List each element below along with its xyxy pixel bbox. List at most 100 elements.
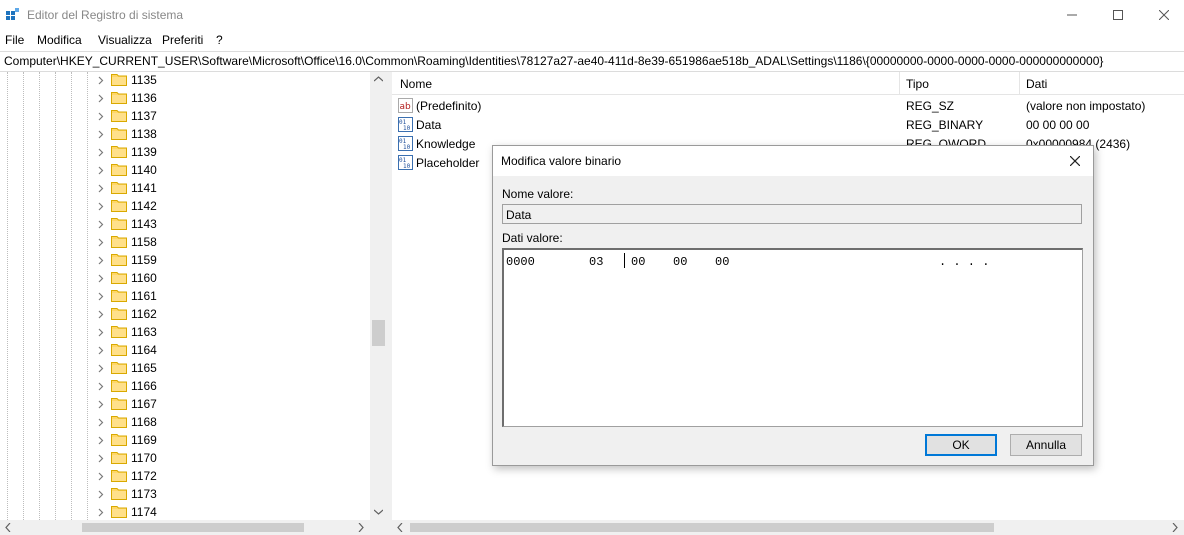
- chevron-right-icon[interactable]: [96, 307, 106, 321]
- tree-node-label[interactable]: 1137: [131, 109, 157, 123]
- tree-horizontal-scroll-thumb[interactable]: [82, 523, 304, 532]
- tree-node-label[interactable]: 1168: [131, 415, 157, 429]
- tree-node[interactable]: 1143: [0, 215, 370, 233]
- chevron-right-icon[interactable]: [96, 145, 106, 159]
- chevron-right-icon[interactable]: [96, 469, 106, 483]
- tree-node-label[interactable]: 1140: [131, 163, 157, 177]
- chevron-right-icon[interactable]: [96, 451, 106, 465]
- value-row[interactable]: ab (Predefinito) REG_SZ (valore non imposta…: [392, 96, 1184, 115]
- tree-node-label[interactable]: 1169: [131, 433, 157, 447]
- tree-node[interactable]: 1168: [0, 413, 370, 431]
- chevron-right-icon[interactable]: [96, 109, 106, 123]
- menu-visualizza[interactable]: Visualizza: [98, 33, 152, 47]
- tree-node-label[interactable]: 1170: [131, 451, 157, 465]
- chevron-right-icon[interactable]: [96, 73, 106, 87]
- tree-node[interactable]: 1139: [0, 143, 370, 161]
- chevron-right-icon[interactable]: [96, 253, 106, 267]
- chevron-right-icon[interactable]: [96, 379, 106, 393]
- value-row[interactable]: 01 10 Data REG_BINARY 00 00 00 00: [392, 115, 1184, 134]
- close-button[interactable]: [1141, 0, 1184, 30]
- tree-node[interactable]: 1166: [0, 377, 370, 395]
- tree-node-label[interactable]: 1136: [131, 91, 157, 105]
- column-header-type[interactable]: Tipo: [906, 77, 929, 91]
- address-path[interactable]: Computer\HKEY_CURRENT_USER\Software\Micr…: [4, 54, 1103, 68]
- tree-node-label[interactable]: 1138: [131, 127, 157, 141]
- scroll-up-icon[interactable]: [374, 76, 383, 82]
- tree-node[interactable]: 1142: [0, 197, 370, 215]
- chevron-right-icon[interactable]: [96, 415, 106, 429]
- tree-node-label[interactable]: 1172: [131, 469, 157, 483]
- scroll-right-icon[interactable]: [1172, 523, 1178, 532]
- tree-node[interactable]: 1158: [0, 233, 370, 251]
- column-separator[interactable]: [1019, 72, 1020, 94]
- hex-editor[interactable]: 0000 03 00 00 00 . . . .: [502, 248, 1083, 427]
- tree-node[interactable]: 1174: [0, 503, 370, 521]
- scroll-down-icon[interactable]: [374, 509, 383, 515]
- chevron-right-icon[interactable]: [96, 271, 106, 285]
- tree-node-label[interactable]: 1162: [131, 307, 157, 321]
- tree-node[interactable]: 1159: [0, 251, 370, 269]
- list-horizontal-scrollbar[interactable]: [392, 520, 1184, 535]
- chevron-right-icon[interactable]: [96, 343, 106, 357]
- hex-byte[interactable]: 00: [673, 255, 687, 269]
- tree-node-label[interactable]: 1167: [131, 397, 157, 411]
- chevron-right-icon[interactable]: [96, 127, 106, 141]
- chevron-right-icon[interactable]: [96, 289, 106, 303]
- cancel-button[interactable]: Annulla: [1010, 434, 1082, 456]
- tree-node[interactable]: 1138: [0, 125, 370, 143]
- hex-byte[interactable]: 00: [715, 255, 729, 269]
- tree-node-label[interactable]: 1163: [131, 325, 157, 339]
- tree-node-label[interactable]: 1143: [131, 217, 157, 231]
- tree-node[interactable]: 1163: [0, 323, 370, 341]
- chevron-right-icon[interactable]: [96, 397, 106, 411]
- chevron-right-icon[interactable]: [96, 361, 106, 375]
- scroll-right-icon[interactable]: [358, 523, 364, 532]
- list-horizontal-scroll-thumb[interactable]: [410, 523, 994, 532]
- tree-node[interactable]: 1164: [0, 341, 370, 359]
- tree-node-label[interactable]: 1161: [131, 289, 157, 303]
- chevron-right-icon[interactable]: [96, 91, 106, 105]
- ok-button[interactable]: OK: [925, 434, 997, 456]
- tree-node[interactable]: 1167: [0, 395, 370, 413]
- chevron-right-icon[interactable]: [96, 235, 106, 249]
- hex-byte[interactable]: 00: [631, 255, 645, 269]
- scroll-left-icon[interactable]: [5, 523, 11, 532]
- tree-node[interactable]: 1140: [0, 161, 370, 179]
- tree-horizontal-scrollbar[interactable]: [0, 520, 387, 535]
- tree-node-label[interactable]: 1164: [131, 343, 157, 357]
- tree-node[interactable]: 1137: [0, 107, 370, 125]
- tree-vertical-scrollbar[interactable]: [370, 72, 387, 520]
- tree-node-label[interactable]: 1160: [131, 271, 157, 285]
- chevron-right-icon[interactable]: [96, 217, 106, 231]
- column-header-data[interactable]: Dati: [1026, 77, 1047, 91]
- tree-node[interactable]: 1136: [0, 89, 370, 107]
- tree-node-label[interactable]: 1174: [131, 505, 157, 519]
- tree-vertical-scroll-thumb[interactable]: [372, 320, 385, 346]
- tree-node-label[interactable]: 1135: [131, 73, 157, 87]
- chevron-right-icon[interactable]: [96, 163, 106, 177]
- menu-preferiti[interactable]: Preferiti: [162, 33, 203, 47]
- tree-node[interactable]: 1141: [0, 179, 370, 197]
- address-bar[interactable]: Computer\HKEY_CURRENT_USER\Software\Micr…: [0, 51, 1184, 72]
- scroll-left-icon[interactable]: [397, 523, 403, 532]
- minimize-button[interactable]: [1049, 0, 1095, 30]
- tree-node[interactable]: 1172: [0, 467, 370, 485]
- tree-node[interactable]: 1160: [0, 269, 370, 287]
- tree-node-label[interactable]: 1165: [131, 361, 157, 375]
- tree-node-label[interactable]: 1166: [131, 379, 157, 393]
- menu-file[interactable]: File: [5, 33, 24, 47]
- tree-node-label[interactable]: 1139: [131, 145, 157, 159]
- tree-node[interactable]: 1161: [0, 287, 370, 305]
- menu-help[interactable]: ?: [216, 33, 223, 47]
- tree-node[interactable]: 1162: [0, 305, 370, 323]
- tree-node-label[interactable]: 1141: [131, 181, 157, 195]
- tree-node[interactable]: 1165: [0, 359, 370, 377]
- chevron-right-icon[interactable]: [96, 325, 106, 339]
- column-header-name[interactable]: Nome: [400, 77, 432, 91]
- tree-node-label[interactable]: 1142: [131, 199, 157, 213]
- chevron-right-icon[interactable]: [96, 199, 106, 213]
- chevron-right-icon[interactable]: [96, 181, 106, 195]
- tree-node[interactable]: 1169: [0, 431, 370, 449]
- chevron-right-icon[interactable]: [96, 433, 106, 447]
- tree-node-label[interactable]: 1158: [131, 235, 157, 249]
